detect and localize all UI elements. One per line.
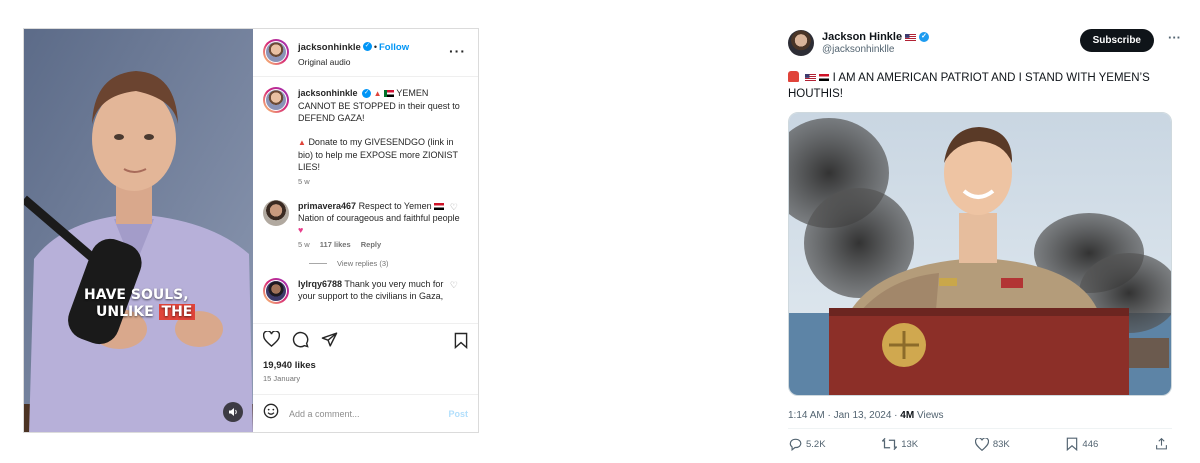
tweet-image[interactable] (788, 112, 1172, 396)
caption-highlight: THE (158, 304, 196, 320)
post-comment-button[interactable]: Post (448, 409, 468, 419)
comments-area[interactable]: jacksonhinkle ✓ ▲ YEMEN CANNOT BE STOPPE… (253, 77, 478, 323)
tweet-image-scene (789, 113, 1171, 395)
flag-icon (384, 89, 394, 97)
bookmark-icon[interactable] (454, 332, 468, 354)
more-options-icon[interactable]: ··· (1168, 30, 1181, 45)
bookmark-icon (1067, 437, 1078, 451)
caption-line-2a: UNLIKE (96, 304, 159, 320)
comment-time[interactable]: 5 w (298, 240, 310, 249)
verified-icon: ✓ (362, 41, 372, 51)
comment-username[interactable]: primavera467 (298, 201, 356, 211)
tweet-actions: 5.2K 13K 83K 446 (788, 437, 1172, 451)
share-icon[interactable] (321, 331, 338, 353)
comment-text-2: Nation of courageous and faithful people (298, 212, 460, 223)
comment-icon[interactable] (292, 331, 309, 353)
like-count: 83K (992, 438, 1010, 450)
caption-line-1: HAVE SOULS, (84, 287, 189, 303)
comment: primavera467 Respect to Yemen Nation of … (263, 199, 468, 249)
view-replies-button[interactable]: View replies (3) (309, 259, 468, 268)
repost-icon (882, 437, 898, 451)
handle[interactable]: @jacksonhinklle (822, 44, 929, 55)
reply-button[interactable]: Reply (361, 240, 381, 249)
reply-icon (789, 438, 802, 451)
speaker-icon (229, 408, 237, 416)
comment-likes[interactable]: 117 likes (320, 240, 351, 249)
share-icon (1156, 437, 1167, 450)
reel-video[interactable]: HAVE SOULS, UNLIKE THE (24, 29, 253, 432)
like-comment-icon[interactable]: ♡ (450, 280, 458, 291)
like-comment-icon[interactable]: ♡ (450, 202, 458, 213)
heart-icon (974, 437, 989, 451)
heart-emoji-icon: ♥ (298, 224, 304, 235)
more-options-icon[interactable]: ··· (449, 43, 466, 59)
verified-icon[interactable]: ✓ (919, 32, 930, 42)
siren-icon (788, 71, 799, 82)
video-caption-overlay: HAVE SOULS, UNLIKE THE (84, 287, 196, 321)
share-button[interactable] (1155, 437, 1172, 451)
siren-icon: ▲ (298, 137, 306, 147)
post-actions: 19,940 likes 15 January (253, 322, 478, 395)
caption-text-2: Donate to my GIVESENDGO (link in bio) to… (298, 136, 458, 172)
comment-text: Respect to Yemen (358, 200, 432, 211)
comment-input[interactable]: Add a comment... (289, 409, 448, 419)
mute-button[interactable] (223, 402, 243, 422)
post-caption: jacksonhinkle ✓ ▲ YEMEN CANNOT BE STOPPE… (263, 86, 468, 186)
divider (788, 428, 1172, 429)
comment: lylrqy6788 Thank you very much for your … (263, 277, 468, 304)
us-flag-icon (805, 74, 817, 81)
caption-username[interactable]: jacksonhinkle (298, 88, 358, 98)
flag-icon (434, 202, 445, 210)
instagram-post: HAVE SOULS, UNLIKE THE jacksonhinkle ✓ • Fo… (23, 28, 479, 433)
heart-icon[interactable] (262, 330, 281, 352)
comment-username[interactable]: lylrqy6788 (298, 279, 342, 289)
display-name[interactable]: Jackson Hinkle (822, 31, 902, 43)
reply-button[interactable]: 5.2K (788, 437, 826, 451)
follow-button[interactable]: Follow (379, 42, 409, 53)
likes-count[interactable]: 19,940 likes (263, 360, 468, 371)
post-time[interactable]: 5 w (298, 177, 310, 186)
header-username[interactable]: jacksonhinkle (298, 42, 361, 53)
post-header: jacksonhinkle ✓ • Follow Original audio ··· (253, 29, 478, 77)
repost-button[interactable]: 13K (882, 437, 918, 451)
siren-icon: ▲ (373, 88, 382, 98)
avatar[interactable] (263, 39, 289, 66)
avatar[interactable] (788, 30, 814, 56)
tweet: Jackson Hinkle ✓ @jacksonhinklle Subscrib… (788, 26, 1183, 463)
avatar[interactable] (263, 199, 289, 226)
subscribe-button[interactable]: Subscribe (1079, 29, 1154, 52)
bookmark-count: 446 (1082, 438, 1099, 450)
tweet-text: I AM AN AMERICAN PATRIOT AND I STAND WIT… (788, 70, 1178, 102)
separator-dot: • (373, 42, 377, 53)
audio-label[interactable]: Original audio (298, 57, 409, 67)
tweet-body: I AM AN AMERICAN PATRIOT AND I STAND WIT… (788, 72, 1150, 100)
tweet-header: Jackson Hinkle ✓ @jacksonhinklle Subscrib… (788, 26, 1183, 60)
view-replies-label: View replies (3) (337, 258, 389, 268)
verified-icon: ✓ (362, 88, 372, 98)
yemen-flag-icon (819, 74, 830, 82)
like-button[interactable]: 83K (974, 437, 1010, 451)
avatar[interactable] (263, 277, 289, 304)
post-date: 15 January (263, 373, 301, 383)
repost-count: 13K (901, 438, 919, 450)
views-label: Views (914, 410, 944, 421)
emoji-icon[interactable] (263, 403, 279, 424)
reply-count: 5.2K (806, 438, 826, 450)
reel-video-frame (24, 29, 253, 432)
tweet-timestamp[interactable]: 1:14 AM · Jan 13, 2024 · (788, 410, 900, 421)
avatar[interactable] (263, 86, 289, 113)
tweet-meta: 1:14 AM · Jan 13, 2024 · 4M Views (788, 410, 1183, 421)
bookmark-button[interactable]: 446 (1066, 437, 1098, 451)
comment-composer: Add a comment... Post (253, 394, 478, 432)
us-flag-icon (905, 33, 917, 41)
post-sidebar: jacksonhinkle ✓ • Follow Original audio ···… (253, 29, 478, 432)
views-count: 4M (900, 410, 915, 421)
